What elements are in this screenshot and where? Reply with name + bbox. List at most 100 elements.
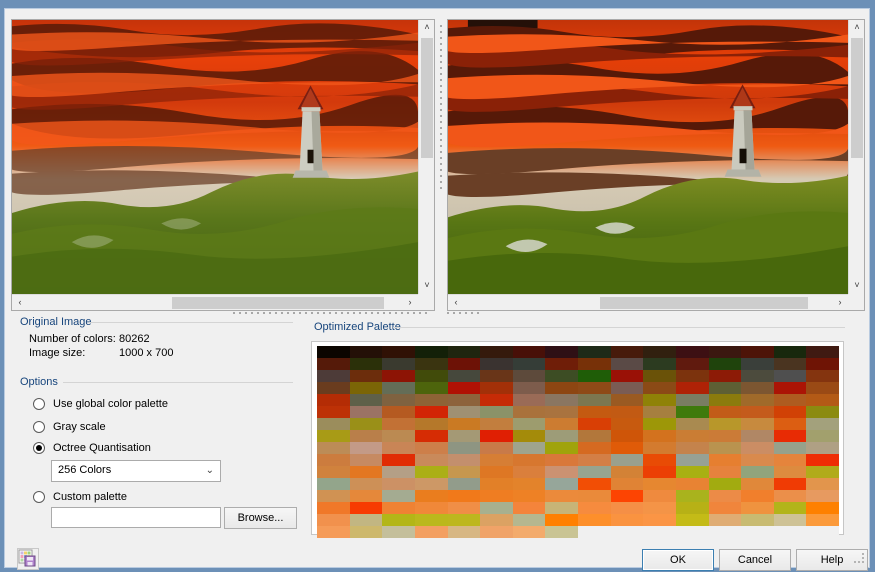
- palette-swatch[interactable]: [773, 382, 807, 394]
- palette-swatch[interactable]: [610, 430, 644, 442]
- browse-button[interactable]: Browse...: [224, 507, 297, 529]
- palette-swatch[interactable]: [578, 526, 611, 538]
- palette-swatch[interactable]: [414, 394, 448, 406]
- palette-swatch[interactable]: [382, 394, 415, 406]
- palette-swatch[interactable]: [806, 454, 839, 466]
- palette-swatch[interactable]: [512, 346, 546, 358]
- palette-swatch[interactable]: [382, 442, 415, 454]
- palette-swatch[interactable]: [545, 406, 578, 418]
- palette-swatch[interactable]: [578, 430, 611, 442]
- radio-custom-palette[interactable]: Custom palette: [33, 488, 127, 506]
- scroll-left-icon[interactable]: ‹: [12, 295, 28, 311]
- palette-swatch[interactable]: [773, 454, 807, 466]
- palette-swatch[interactable]: [349, 394, 383, 406]
- palette-swatch[interactable]: [512, 466, 546, 478]
- palette-swatch[interactable]: [741, 430, 774, 442]
- palette-swatch[interactable]: [480, 490, 513, 502]
- palette-swatch[interactable]: [773, 430, 807, 442]
- palette-swatch[interactable]: [382, 370, 415, 382]
- right-horizontal-splitter[interactable]: [447, 312, 487, 315]
- palette-swatch[interactable]: [545, 478, 578, 490]
- palette-swatch[interactable]: [806, 346, 839, 358]
- palette-swatch[interactable]: [317, 346, 350, 358]
- palette-swatch[interactable]: [610, 394, 644, 406]
- palette-swatch[interactable]: [643, 370, 676, 382]
- palette-swatch[interactable]: [349, 466, 383, 478]
- palette-swatch[interactable]: [545, 442, 578, 454]
- palette-swatch[interactable]: [806, 502, 839, 514]
- palette-swatch[interactable]: [317, 394, 350, 406]
- palette-swatch[interactable]: [643, 382, 676, 394]
- scroll-right-icon[interactable]: ›: [402, 295, 418, 311]
- scroll-up-icon[interactable]: ˄: [419, 20, 435, 36]
- palette-swatch[interactable]: [610, 442, 644, 454]
- custom-palette-path-field[interactable]: [51, 507, 221, 528]
- palette-swatch[interactable]: [414, 466, 448, 478]
- palette-swatch[interactable]: [643, 454, 676, 466]
- palette-swatch[interactable]: [578, 394, 611, 406]
- palette-swatch[interactable]: [675, 466, 709, 478]
- palette-swatch[interactable]: [349, 418, 383, 430]
- palette-swatch[interactable]: [414, 478, 448, 490]
- optimized-palette-box[interactable]: [311, 341, 844, 538]
- palette-swatch[interactable]: [414, 502, 448, 514]
- palette-swatch[interactable]: [447, 418, 481, 430]
- palette-swatch[interactable]: [317, 454, 350, 466]
- palette-swatch[interactable]: [512, 478, 546, 490]
- palette-swatch[interactable]: [512, 454, 546, 466]
- palette-swatch[interactable]: [545, 430, 578, 442]
- palette-swatch[interactable]: [480, 430, 513, 442]
- right-vertical-scroll-thumb[interactable]: [851, 38, 863, 158]
- palette-swatch[interactable]: [512, 370, 546, 382]
- scroll-down-icon[interactable]: ˅: [419, 278, 435, 294]
- palette-swatch[interactable]: [741, 466, 774, 478]
- palette-swatch[interactable]: [480, 346, 513, 358]
- palette-swatch[interactable]: [610, 478, 644, 490]
- palette-swatch[interactable]: [545, 466, 578, 478]
- right-horizontal-scrollbar[interactable]: ‹ ›: [448, 294, 848, 310]
- palette-swatch[interactable]: [545, 370, 578, 382]
- palette-swatch[interactable]: [806, 382, 839, 394]
- palette-swatch[interactable]: [708, 442, 742, 454]
- palette-swatch[interactable]: [708, 382, 742, 394]
- palette-swatch[interactable]: [578, 490, 611, 502]
- palette-swatch[interactable]: [806, 358, 839, 370]
- palette-swatch[interactable]: [414, 382, 448, 394]
- save-palette-button[interactable]: [17, 548, 39, 570]
- scroll-down-icon[interactable]: ˅: [849, 278, 865, 294]
- palette-swatch[interactable]: [806, 394, 839, 406]
- palette-swatch[interactable]: [610, 346, 644, 358]
- radio-octree-quantisation[interactable]: Octree Quantisation: [33, 439, 151, 457]
- palette-swatch[interactable]: [317, 466, 350, 478]
- palette-swatch[interactable]: [578, 358, 611, 370]
- palette-swatch[interactable]: [610, 382, 644, 394]
- palette-swatch[interactable]: [610, 418, 644, 430]
- palette-swatch[interactable]: [414, 442, 448, 454]
- optimized-palette-grid[interactable]: [317, 346, 839, 538]
- palette-swatch[interactable]: [545, 514, 578, 526]
- palette-swatch[interactable]: [675, 358, 709, 370]
- left-vertical-scrollbar[interactable]: ˄ ˅: [418, 20, 434, 294]
- palette-swatch[interactable]: [317, 382, 350, 394]
- palette-swatch[interactable]: [512, 514, 546, 526]
- palette-swatch[interactable]: [675, 502, 709, 514]
- palette-swatch[interactable]: [643, 418, 676, 430]
- palette-swatch[interactable]: [382, 502, 415, 514]
- palette-swatch[interactable]: [512, 442, 546, 454]
- palette-swatch[interactable]: [741, 406, 774, 418]
- palette-swatch[interactable]: [708, 346, 742, 358]
- palette-swatch[interactable]: [382, 490, 415, 502]
- palette-swatch[interactable]: [447, 406, 481, 418]
- palette-swatch[interactable]: [610, 406, 644, 418]
- palette-swatch[interactable]: [741, 358, 774, 370]
- palette-swatch[interactable]: [317, 406, 350, 418]
- radio-gray-scale-indicator[interactable]: [33, 421, 45, 433]
- palette-swatch[interactable]: [675, 514, 709, 526]
- palette-swatch[interactable]: [578, 502, 611, 514]
- palette-swatch[interactable]: [643, 442, 676, 454]
- palette-swatch[interactable]: [545, 358, 578, 370]
- radio-octree-quantisation-indicator[interactable]: [33, 442, 45, 454]
- palette-swatch[interactable]: [578, 478, 611, 490]
- palette-swatch[interactable]: [382, 478, 415, 490]
- palette-swatch[interactable]: [545, 394, 578, 406]
